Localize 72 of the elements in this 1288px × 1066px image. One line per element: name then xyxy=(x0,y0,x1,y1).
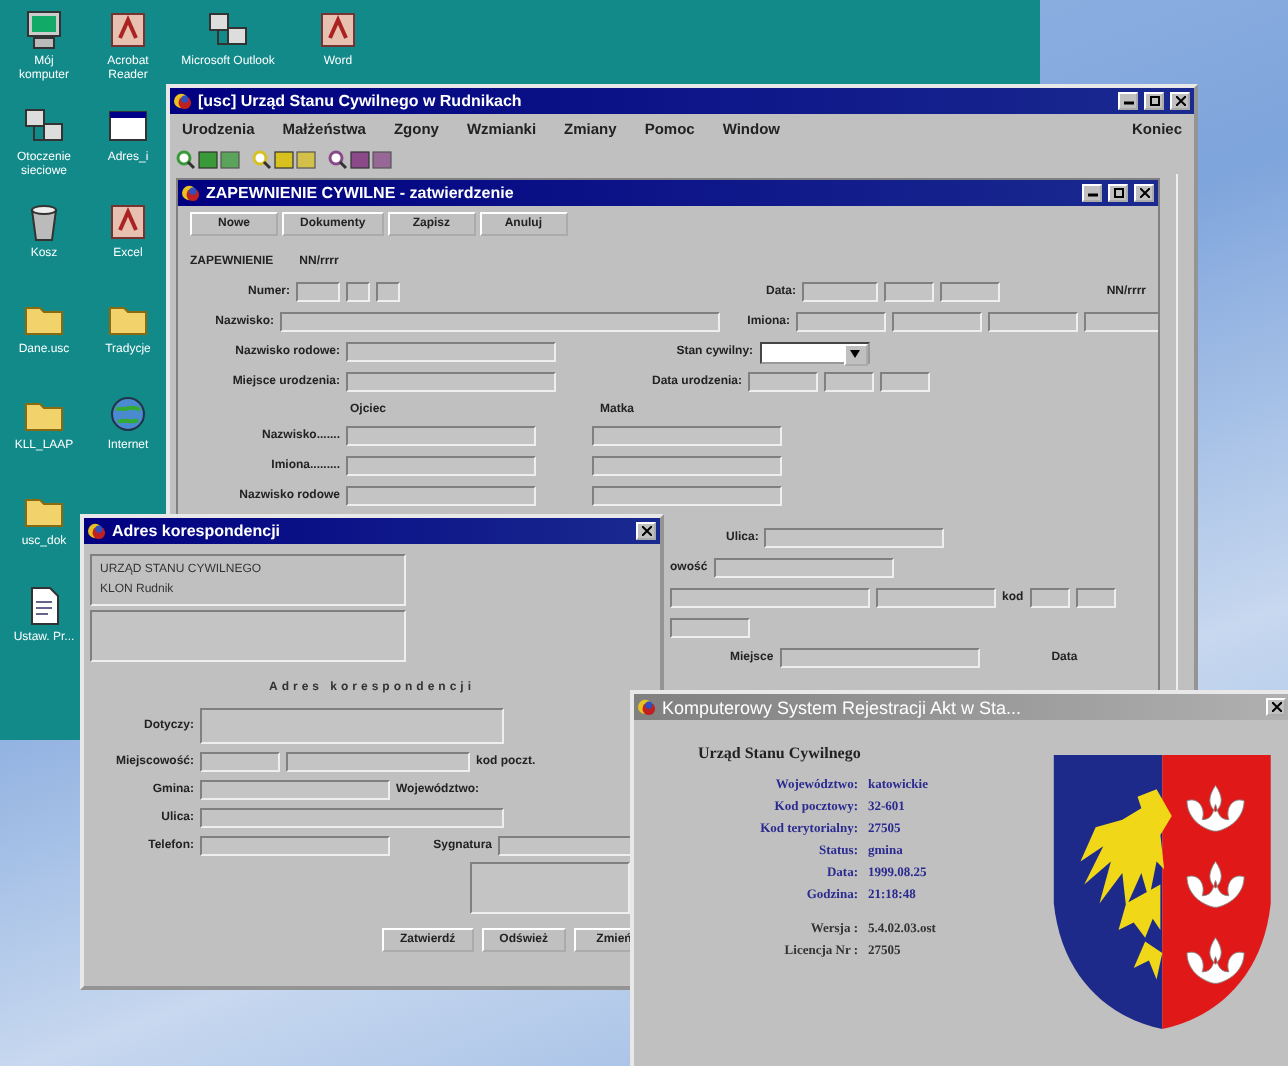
close-button[interactable] xyxy=(1134,184,1154,202)
globe-icon[interactable] xyxy=(106,392,150,436)
input-field[interactable] xyxy=(346,282,370,302)
close-button[interactable] xyxy=(1170,92,1190,110)
input-field[interactable] xyxy=(200,752,280,772)
input-field[interactable] xyxy=(1084,312,1158,332)
maximize-icon xyxy=(1149,96,1159,106)
window-title: Komputerowy System Rejestracji Akt w Sta... xyxy=(662,697,1024,717)
close-icon xyxy=(1175,96,1185,106)
close-icon xyxy=(1271,702,1281,712)
input-field[interactable] xyxy=(376,282,400,302)
input-field[interactable] xyxy=(346,426,536,446)
app-logo-icon xyxy=(638,698,656,716)
search-icon[interactable] xyxy=(176,149,196,169)
window-title: Adres korespondencji xyxy=(112,522,283,540)
input-field[interactable] xyxy=(286,752,470,772)
input-field[interactable] xyxy=(200,780,390,800)
input-field[interactable] xyxy=(346,456,536,476)
maximize-button[interactable] xyxy=(1108,184,1128,202)
input-field[interactable] xyxy=(346,342,556,362)
minimize-icon xyxy=(1087,188,1097,198)
search-icon[interactable] xyxy=(252,149,272,169)
input-field[interactable] xyxy=(90,610,406,662)
civil-status-dropdown[interactable] xyxy=(759,341,870,363)
office-name: Urząd Stanu Cywilnego xyxy=(698,744,863,762)
input-field[interactable] xyxy=(592,426,782,446)
input-field[interactable] xyxy=(880,372,931,392)
app-logo-icon xyxy=(88,522,106,540)
input-field[interactable] xyxy=(764,528,945,548)
input-field[interactable] xyxy=(670,588,870,608)
close-icon xyxy=(641,526,651,536)
app-logo-icon xyxy=(174,92,192,110)
minimize-icon xyxy=(1123,96,1133,106)
computer-icon[interactable] xyxy=(22,8,66,52)
input-field[interactable] xyxy=(280,312,720,332)
application-icon[interactable] xyxy=(106,8,150,52)
input-field[interactable] xyxy=(988,312,1078,332)
input-field[interactable] xyxy=(296,282,340,302)
input-field[interactable] xyxy=(670,618,750,638)
input-field[interactable] xyxy=(940,282,1000,302)
close-button[interactable] xyxy=(636,522,656,540)
input-field[interactable] xyxy=(802,282,878,302)
input-field[interactable] xyxy=(796,312,886,332)
input-field[interactable] xyxy=(592,486,782,506)
close-button[interactable] xyxy=(1266,698,1286,716)
app-logo-icon xyxy=(182,184,200,202)
input-field[interactable] xyxy=(892,312,982,332)
input-field[interactable] xyxy=(200,808,504,828)
input-field[interactable] xyxy=(779,648,980,668)
close-icon xyxy=(1139,188,1149,198)
search-icon[interactable] xyxy=(328,149,348,169)
input-field[interactable] xyxy=(1029,588,1070,608)
input-field[interactable] xyxy=(748,372,819,392)
input-field[interactable] xyxy=(200,836,390,856)
window-title: ZAPEWNIENIE CYWILNE - zatwierdzenie xyxy=(206,184,516,202)
input-field[interactable] xyxy=(200,708,504,744)
input-field[interactable] xyxy=(884,282,934,302)
maximize-icon xyxy=(1113,188,1123,198)
maximize-button[interactable] xyxy=(1144,92,1164,110)
minimize-button[interactable] xyxy=(1118,92,1138,110)
input-field[interactable] xyxy=(876,588,996,608)
input-field[interactable] xyxy=(1075,588,1116,608)
application-icon[interactable] xyxy=(106,200,150,244)
input-field[interactable] xyxy=(713,558,894,578)
input-field[interactable] xyxy=(346,486,536,506)
input-field[interactable] xyxy=(470,862,630,914)
minimize-button[interactable] xyxy=(1082,184,1102,202)
input-field[interactable] xyxy=(824,372,875,392)
window-title: [usc] Urząd Stanu Cywilnego w Rudnikach xyxy=(198,92,524,110)
application-icon[interactable] xyxy=(316,8,360,52)
input-field[interactable] xyxy=(346,372,556,392)
input-field[interactable] xyxy=(592,456,782,476)
